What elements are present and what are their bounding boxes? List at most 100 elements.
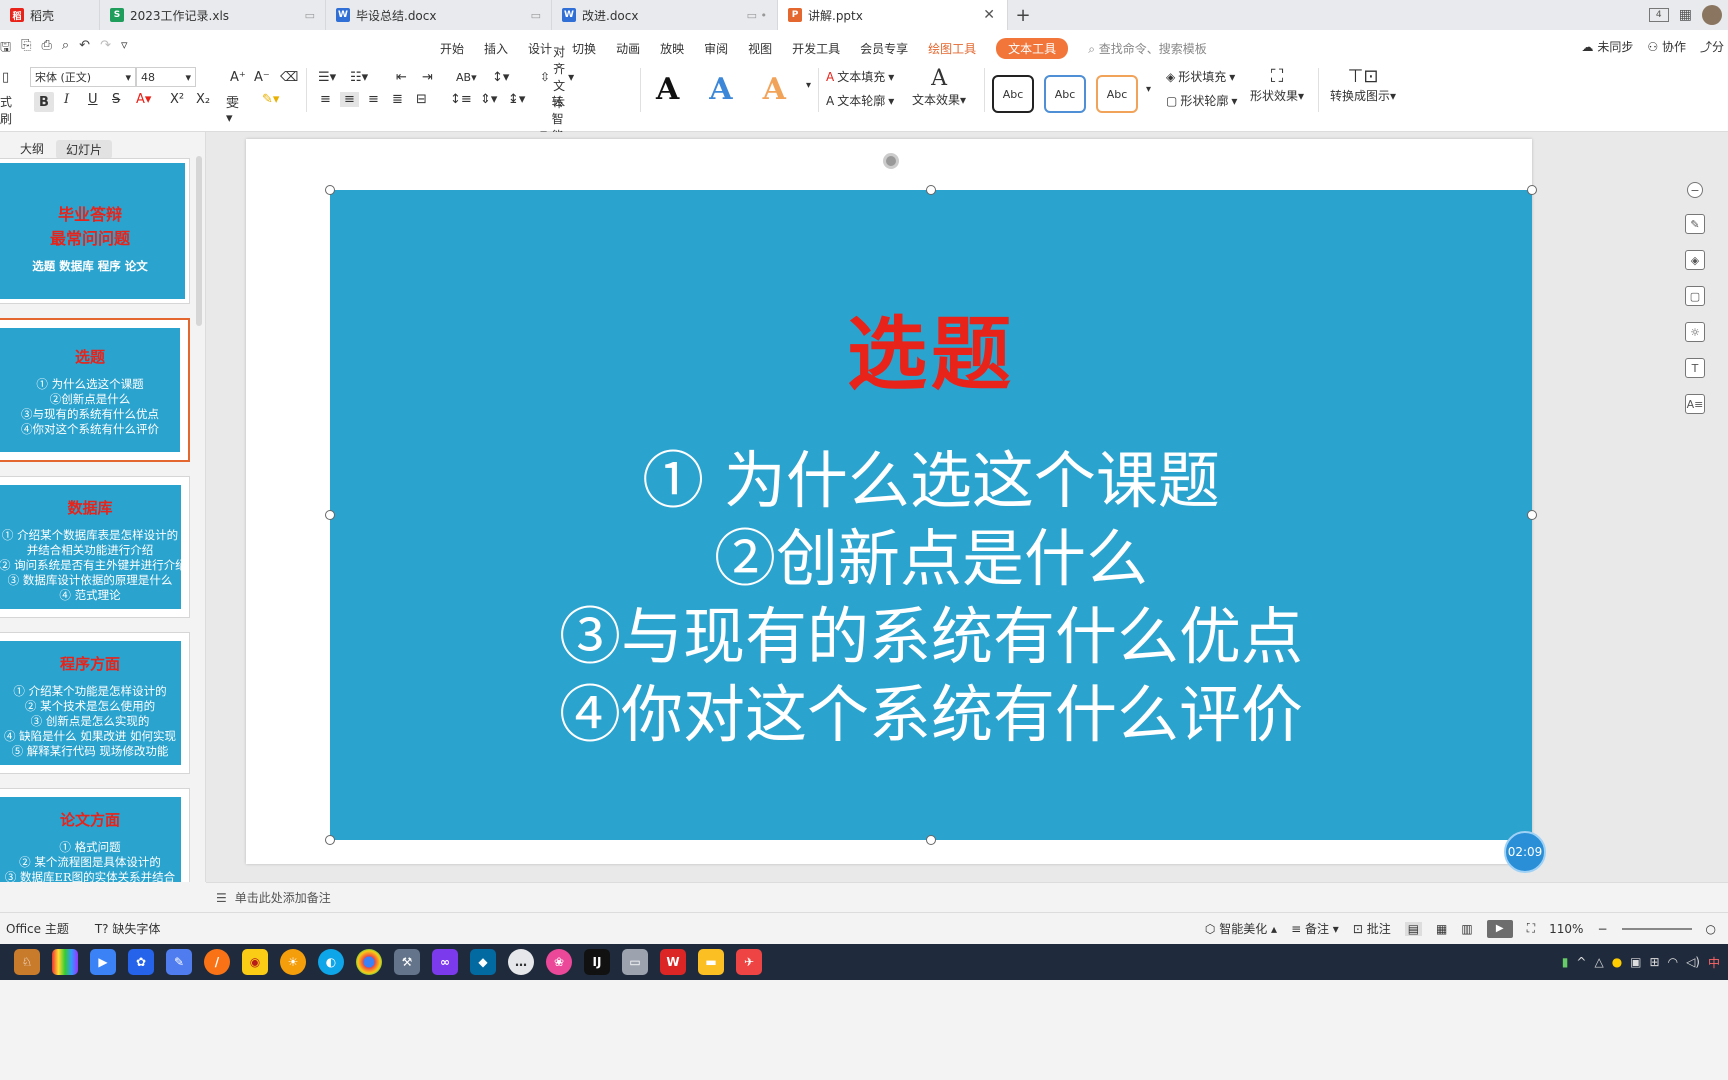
close-icon[interactable]: ✕ [983,7,995,23]
notes-bar[interactable]: ☰ 单击此处添加备注 [206,882,1728,912]
avatar[interactable] [1702,5,1722,25]
resize-handle-ml[interactable] [325,510,335,520]
photo-app-icon[interactable]: ❀ [546,949,572,975]
superscript-icon[interactable]: X² [166,92,188,107]
menu-transition[interactable]: 切换 [572,40,596,57]
resize-handle-tm[interactable] [926,185,936,195]
tray-app-2-icon[interactable]: ▣ [1630,955,1641,969]
ime-icon[interactable]: 中 [1708,954,1720,971]
volume-icon[interactable]: ◁) [1686,955,1700,969]
numbered-list-icon[interactable]: ☷▾ [346,70,372,85]
menu-drawing-tools[interactable]: 绘图工具 [928,40,976,57]
resize-handle-tr[interactable] [1527,185,1537,195]
paragraph-spacing-icon[interactable]: ⇕▾ [476,92,501,107]
subscript-icon[interactable]: X₂ [192,92,214,107]
network-app-icon[interactable]: ✿ [128,949,154,975]
slide-thumbnail-3[interactable]: 数据库 ① 介绍某个数据库表是怎样设计的 并结合相关功能进行介绍 ② 询问系统是… [0,476,190,618]
notes-app-icon[interactable]: ✎ [166,949,192,975]
chat-icon[interactable]: … [508,949,534,975]
browser-app-icon[interactable]: ◐ [318,949,344,975]
lightbulb-icon[interactable]: ☼ [1685,322,1705,342]
rotate-handle[interactable] [883,153,899,169]
shape-effect-button[interactable]: ⛶ 形状效果▾ [1250,66,1304,104]
shape-style-3[interactable]: Abc [1096,75,1138,113]
fit-icon[interactable]: ⛶ [1527,921,1535,936]
disk-icon[interactable]: ▭ [622,949,648,975]
menu-slideshow[interactable]: 放映 [660,40,684,57]
tab-xls[interactable]: S 2023工作记录.xls ▭ [100,0,326,30]
align-left-icon[interactable]: ≡ [316,92,335,107]
text-box-icon[interactable]: T [1685,358,1705,378]
grid-icon[interactable]: ▦ [1679,7,1692,23]
command-search[interactable]: ⌕ 查找命令、搜索模板 [1088,40,1207,57]
text-effect-button[interactable]: A 文本效果▾ [912,66,966,108]
new-tab-button[interactable]: + [1008,0,1038,30]
menu-view[interactable]: 视图 [748,40,772,57]
chevron-up-icon[interactable]: ^ [1576,955,1586,969]
para-settings-icon[interactable]: ↨▾ [504,92,529,107]
tools-icon[interactable]: ⚒ [394,949,420,975]
tab-slides[interactable]: 幻灯片 [56,140,113,159]
reading-view-icon[interactable]: ▥ [1461,922,1472,936]
resize-handle-bl[interactable] [325,835,335,845]
comments-button[interactable]: ⊡ 批注 [1353,920,1391,937]
slide-title[interactable]: 选题 [330,290,1532,406]
increase-font-icon[interactable]: A⁺ [226,70,250,85]
text-direction-icon[interactable]: ↕▾ [488,70,513,85]
increase-indent-icon[interactable]: ⇥ [418,70,437,85]
slide-thumbnail-4[interactable]: 程序方面 ① 介绍某个功能是怎样设计的 ② 某个技术是怎么使用的 ③ 创新点是怎… [0,632,190,774]
italic-button[interactable]: I [60,92,73,107]
menu-animation[interactable]: 动画 [616,40,640,57]
paste-icon[interactable]: ▯ [2,70,9,85]
normal-view-icon[interactable]: ▤ [1404,921,1423,936]
smart-beautify-button[interactable]: ⬡ 智能美化 ▴ [1205,920,1277,937]
notes-toggle-button[interactable]: ≡ 备注 ▾ [1291,920,1339,937]
tray-app-3-icon[interactable]: ⊞ [1650,955,1660,969]
tab-gaijin[interactable]: W 改进.docx ▭ • [552,0,778,30]
slide-body[interactable]: ① 为什么选这个课题 ②创新点是什么 ③与现有的系统有什么优点 ④你对这个系统有… [330,442,1532,754]
customize-icon[interactable]: ▿ [121,38,128,60]
monitor-icon[interactable]: ▭ • [747,9,767,22]
pen-icon[interactable]: ✎ [1685,214,1705,234]
tab-docer[interactable]: 稻 稻壳 [0,0,100,30]
align-center-icon[interactable]: ≡ [340,92,359,107]
zoom-handle-icon[interactable]: ○ [1706,922,1716,936]
bullet-list-icon[interactable]: ☰▾ [314,70,340,85]
font-name-select[interactable]: 宋体 (正文) ▾ [30,67,136,87]
save-icon[interactable]: 🖫 [0,38,11,60]
format-painter-label[interactable]: 式刷 [0,93,12,127]
underline-button[interactable]: U [84,92,102,107]
play-icon[interactable]: ▶ [1486,919,1513,938]
text-outline-button[interactable]: A 文本轮廓 ▾ [826,92,894,109]
pin-app-icon[interactable]: ✈ [736,949,762,975]
line-spacing-icon[interactable]: ↕≡ [446,92,476,107]
text-style-black[interactable]: A [656,72,679,107]
redo-icon[interactable]: ↷ [100,38,111,60]
resize-handle-mr[interactable] [1527,510,1537,520]
orange-app-icon[interactable]: / [204,949,230,975]
thumbnail-scrollbar[interactable] [196,156,202,326]
shape-style-2[interactable]: Abc [1044,75,1086,113]
theme-label[interactable]: Office 主题 [0,920,69,937]
gallery-more-icon[interactable]: ▾ [806,80,811,91]
ide-icon[interactable]: IJ [584,949,610,975]
align-right-icon[interactable]: ≡ [364,92,383,107]
resize-handle-tl[interactable] [325,185,335,195]
sync-button[interactable]: ☁ 未同步 [1582,38,1634,55]
highlight-icon[interactable]: ✎▾ [258,92,283,107]
convert-diagram-button[interactable]: ⊤⊡ 转换成图示▾ [1330,66,1396,104]
notification-icon[interactable]: △ [1594,955,1603,969]
tab-biye[interactable]: W 毕设总结.docx ▭ [326,0,552,30]
menu-start[interactable]: 开始 [440,40,464,57]
decrease-font-icon[interactable]: A⁻ [250,70,274,85]
tray-app-icon[interactable]: ● [1612,955,1622,969]
slide-textbox[interactable]: 选题 ① 为什么选这个课题 ②创新点是什么 ③与现有的系统有什么优点 ④你对这个… [330,190,1532,840]
recording-timer[interactable]: 02:09 [1504,831,1546,873]
tab-count-badge[interactable]: 4 [1648,8,1669,22]
frame-icon[interactable]: ▢ [1685,286,1705,306]
folder-icon[interactable]: ▬ [698,949,724,975]
clear-format-icon[interactable]: ⌫ [276,70,302,85]
slide-thumbnail-5[interactable]: 论文方面 ① 格式问题 ② 某个流程图是具体设计的 ③ 数据库ER图的实体关系并… [0,788,190,882]
color-app-icon[interactable] [52,949,78,975]
sorter-view-icon[interactable]: ▦ [1436,922,1447,936]
